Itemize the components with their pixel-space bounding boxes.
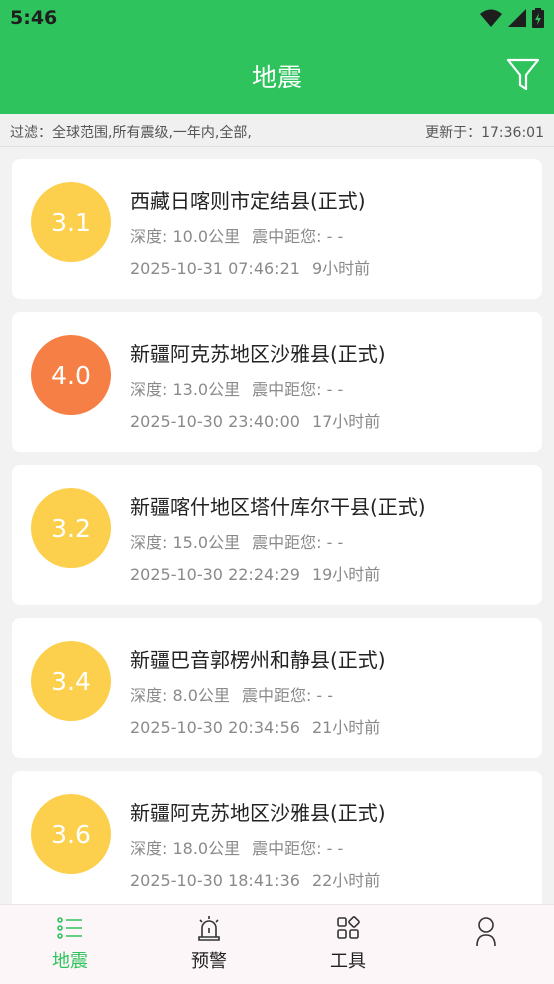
bottom-nav: 地震 预警 工具	[0, 904, 554, 984]
quake-meta: 深度: 18.0公里 震中距您: - -	[130, 835, 343, 859]
quake-ago: 22小时前	[311, 871, 381, 890]
filter-icon[interactable]	[506, 57, 540, 93]
tab-earthquake[interactable]: 地震	[25, 913, 115, 973]
magnitude-badge: 3.2	[31, 488, 111, 568]
alarm-icon	[198, 916, 220, 941]
quake-depth: 深度: 10.0公里	[130, 227, 241, 246]
quake-datetime: 2025-10-30 22:24:29	[130, 565, 300, 584]
quake-location: 西藏日喀则市定结县(正式)	[130, 189, 366, 213]
status-time: 5:46	[10, 7, 58, 29]
app-bar: 地震	[0, 40, 554, 114]
quake-time: 2025-10-30 23:40:00 17小时前	[130, 408, 380, 432]
status-icons	[480, 8, 544, 28]
quake-card[interactable]: 3.2 新疆喀什地区塔什库尔干县(正式) 深度: 15.0公里 震中距您: - -…	[12, 465, 542, 605]
quake-meta: 深度: 15.0公里 震中距您: - -	[130, 529, 343, 553]
list-icon	[57, 917, 82, 939]
quake-meta: 深度: 8.0公里 震中距您: - -	[130, 682, 333, 706]
page-title: 地震	[251, 63, 302, 92]
quake-depth: 深度: 13.0公里	[130, 380, 241, 399]
quake-ago: 21小时前	[311, 718, 381, 737]
signal-icon	[508, 9, 526, 27]
quake-distance: 震中距您: - -	[252, 380, 344, 399]
quake-location: 新疆阿克苏地区沙雅县(正式)	[130, 342, 386, 366]
tab-label: 地震	[52, 951, 88, 972]
quake-distance: 震中距您: - -	[252, 227, 344, 246]
quake-card[interactable]: 4.0 新疆阿克苏地区沙雅县(正式) 深度: 13.0公里 震中距您: - - 2…	[12, 312, 542, 452]
user-icon	[476, 917, 496, 947]
quake-depth: 深度: 15.0公里	[130, 533, 241, 552]
wifi-icon	[480, 9, 502, 27]
quake-datetime: 2025-10-30 18:41:36	[130, 871, 300, 890]
tab-tools[interactable]: 工具	[303, 913, 393, 973]
magnitude-badge: 3.4	[31, 641, 111, 721]
magnitude-badge: 4.0	[31, 335, 111, 415]
quake-datetime: 2025-10-30 23:40:00	[130, 412, 300, 431]
status-bar: 5:46	[0, 0, 554, 40]
quake-meta: 深度: 10.0公里 震中距您: - -	[130, 223, 343, 247]
quake-ago: 9小时前	[311, 259, 371, 278]
magnitude-badge: 3.1	[31, 182, 111, 262]
quake-ago: 17小时前	[311, 412, 381, 431]
quake-time: 2025-10-30 18:41:36 22小时前	[130, 867, 380, 891]
filter-bar: 过滤：全球范围,所有震级,一年内,全部, 更新于：17:36:01	[0, 114, 554, 147]
tab-label: 预警	[191, 951, 227, 972]
magnitude-badge: 3.6	[31, 794, 111, 874]
quake-card[interactable]: 3.4 新疆巴音郭楞州和静县(正式) 深度: 8.0公里 震中距您: - - 20…	[12, 618, 542, 758]
battery-icon	[532, 8, 544, 28]
quake-location: 新疆阿克苏地区沙雅县(正式)	[130, 801, 386, 825]
quake-time: 2025-10-30 22:24:29 19小时前	[130, 561, 380, 585]
grid-icon	[337, 916, 360, 939]
quake-distance: 震中距您: - -	[241, 686, 334, 705]
quake-datetime: 2025-10-31 07:46:21	[130, 259, 300, 278]
quake-location: 新疆喀什地区塔什库尔干县(正式)	[130, 495, 426, 519]
quake-card[interactable]: 3.6 新疆阿克苏地区沙雅县(正式) 深度: 18.0公里 震中距您: - - 2…	[12, 771, 542, 904]
quake-card[interactable]: 3.1 西藏日喀则市定结县(正式) 深度: 10.0公里 震中距您: - - 20…	[12, 159, 542, 299]
quake-ago: 19小时前	[311, 565, 381, 584]
quake-location: 新疆巴音郭楞州和静县(正式)	[130, 648, 386, 672]
quake-time: 2025-10-30 20:34:56 21小时前	[130, 714, 380, 738]
filter-summary: 过滤：全球范围,所有震级,一年内,全部,	[10, 125, 252, 141]
quake-depth: 深度: 18.0公里	[130, 839, 241, 858]
tab-warning[interactable]: 预警	[164, 913, 254, 973]
quake-list[interactable]: 3.1 西藏日喀则市定结县(正式) 深度: 10.0公里 震中距您: - - 20…	[0, 147, 554, 904]
tab-profile[interactable]	[441, 913, 531, 953]
tab-label: 工具	[330, 951, 366, 972]
quake-datetime: 2025-10-30 20:34:56	[130, 718, 300, 737]
quake-depth: 深度: 8.0公里	[130, 686, 230, 705]
quake-time: 2025-10-31 07:46:21 9小时前	[130, 255, 370, 279]
quake-distance: 震中距您: - -	[252, 533, 344, 552]
quake-distance: 震中距您: - -	[252, 839, 344, 858]
update-time: 更新于：17:36:01	[425, 125, 544, 141]
quake-meta: 深度: 13.0公里 震中距您: - -	[130, 376, 343, 400]
